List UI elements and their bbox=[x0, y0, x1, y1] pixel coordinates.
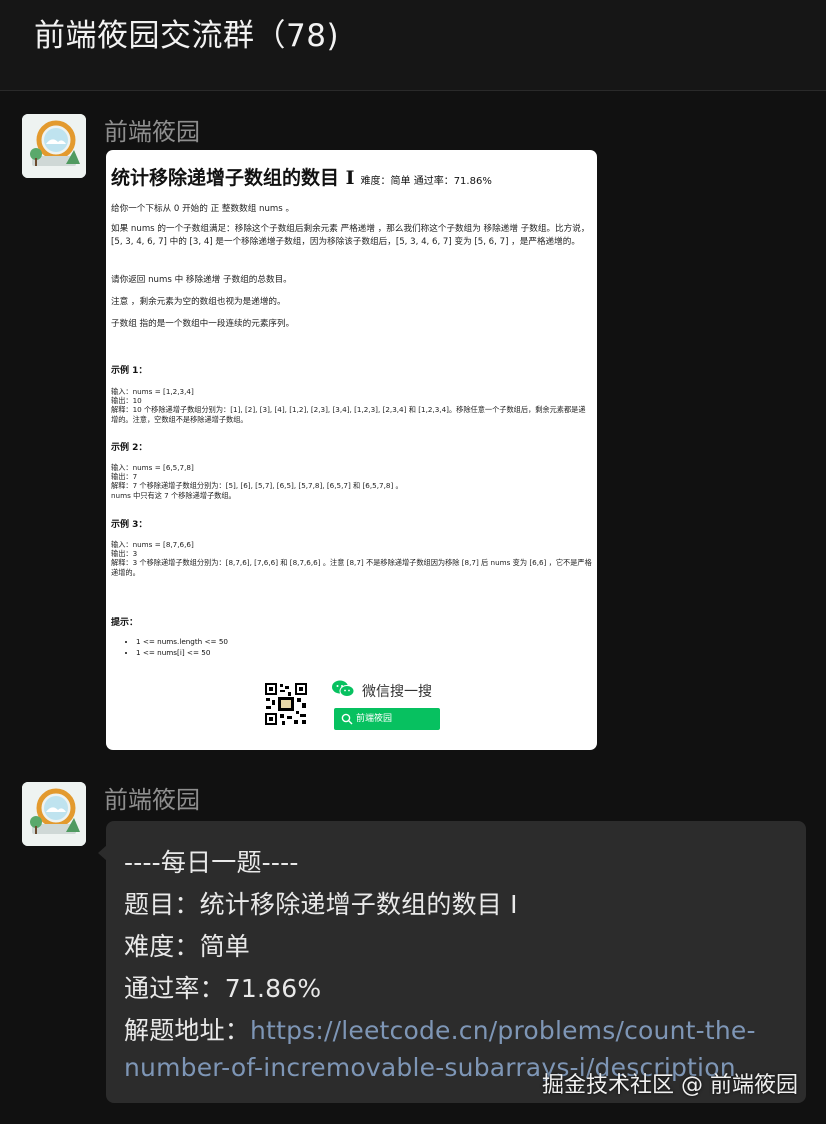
sender-name: 前端筱园 bbox=[104, 786, 200, 814]
example-line: 输入：nums = [1,2,3,4] bbox=[111, 387, 194, 396]
problem-link[interactable]: https://leetcode.cn/problems/count-the- bbox=[250, 1016, 756, 1045]
message-line: 题目：统计移除递增子数组的数目 I bbox=[124, 890, 518, 919]
problem-meta: 难度：简单 通过率：71.86% bbox=[360, 176, 492, 187]
message-line: 通过率：71.86% bbox=[124, 974, 322, 1003]
example-line: 输入：nums = [6,5,7,8] bbox=[111, 463, 194, 472]
example-heading: 示例 1： bbox=[111, 366, 148, 376]
example-line: 输出：7 bbox=[111, 472, 138, 482]
hint-item: 1 <= nums[i] <= 50 bbox=[136, 647, 228, 658]
wechat-logo-icon bbox=[332, 680, 354, 697]
hint-heading: 提示： bbox=[111, 618, 139, 628]
hint-list: 1 <= nums.length <= 50 1 <= nums[i] <= 5… bbox=[124, 636, 228, 658]
sender-name: 前端筱园 bbox=[104, 118, 200, 146]
group-chat-title[interactable]: 前端筱园交流群（78) bbox=[34, 10, 339, 55]
hint-item: 1 <= nums.length <= 50 bbox=[136, 636, 228, 647]
avatar-illustration-icon bbox=[22, 782, 86, 846]
example-line: nums 中只有这 7 个移除递增子数组。 bbox=[111, 490, 236, 500]
sender-avatar[interactable] bbox=[22, 782, 86, 846]
problem-paragraph: 给你一个下标从 0 开始的 正 整数数组 nums 。 bbox=[111, 204, 295, 214]
example-line: 输出：3 bbox=[111, 549, 138, 559]
problem-paragraph: 请你返回 nums 中 移除递增 子数组的总数目。 bbox=[111, 275, 292, 285]
watermark: 掘金技术社区 @ 前端筱园 bbox=[542, 1073, 798, 1098]
example-body: 输入：nums = [1,2,3,4] 输出：10 解释：10 个移除递增子数组… bbox=[111, 387, 592, 424]
problem-screenshot-image[interactable]: 统计移除递增子数组的数目 I 难度：简单 通过率：71.86% 给你一个下标从 0… bbox=[106, 150, 597, 750]
example-line: 输入：nums = [8,7,6,6] bbox=[111, 540, 194, 549]
message-line: ----每日一题---- bbox=[124, 848, 299, 877]
example-line: 解释：7 个移除递增子数组分别为：[5], [6], [5,7], [6,5],… bbox=[111, 481, 403, 491]
text-message-bubble[interactable]: ----每日一题---- 题目：统计移除递增子数组的数目 I 难度：简单 通过率… bbox=[106, 821, 806, 1103]
search-icon bbox=[341, 713, 353, 725]
qr-code-icon bbox=[264, 682, 308, 726]
example-body: 输入：nums = [8,7,6,6] 输出：3 解释：3 个移除递增子数组分别… bbox=[111, 540, 592, 577]
wechat-search-box: 前端筱园 bbox=[334, 708, 440, 730]
problem-title: 统计移除递增子数组的数目 I 难度：简单 通过率：71.86% bbox=[111, 163, 492, 190]
problem-paragraph: 注意 ，剩余元素为空的数组也视为是递增的。 bbox=[111, 297, 286, 307]
message-label: 解题地址： bbox=[124, 1016, 251, 1045]
problem-title-text: 统计移除递增子数组的数目 I bbox=[111, 167, 355, 189]
problem-paragraph: 子数组 指的是一个数组中一段连续的元素序列。 bbox=[111, 319, 295, 329]
example-line: 输出：10 bbox=[111, 396, 142, 406]
problem-paragraph: 如果 nums 的一个子数组满足：移除这个子数组后剩余元素 严格递增 ，那么我们… bbox=[111, 224, 590, 247]
wechat-search-query: 前端筱园 bbox=[356, 714, 393, 724]
example-line: 解释：10 个移除递增子数组分别为：[1], [2], [3], [4], [1… bbox=[111, 405, 586, 424]
message-line: 解题地址：https://leetcode.cn/problems/count-… bbox=[124, 1011, 756, 1047]
message-line: 难度：简单 bbox=[124, 932, 251, 961]
example-body: 输入：nums = [6,5,7,8] 输出：7 解释：7 个移除递增子数组分别… bbox=[111, 463, 592, 500]
example-heading: 示例 3： bbox=[111, 520, 148, 530]
sender-avatar[interactable] bbox=[22, 114, 86, 178]
example-heading: 示例 2： bbox=[111, 443, 148, 453]
example-line: 解释：3 个移除递增子数组分别为：[8,7,6], [7,6,6] 和 [8,7… bbox=[111, 558, 592, 577]
chat-header: 前端筱园交流群（78) bbox=[0, 0, 826, 91]
wechat-search-label: 微信搜一搜 bbox=[362, 684, 432, 700]
avatar-illustration-icon bbox=[22, 114, 86, 178]
